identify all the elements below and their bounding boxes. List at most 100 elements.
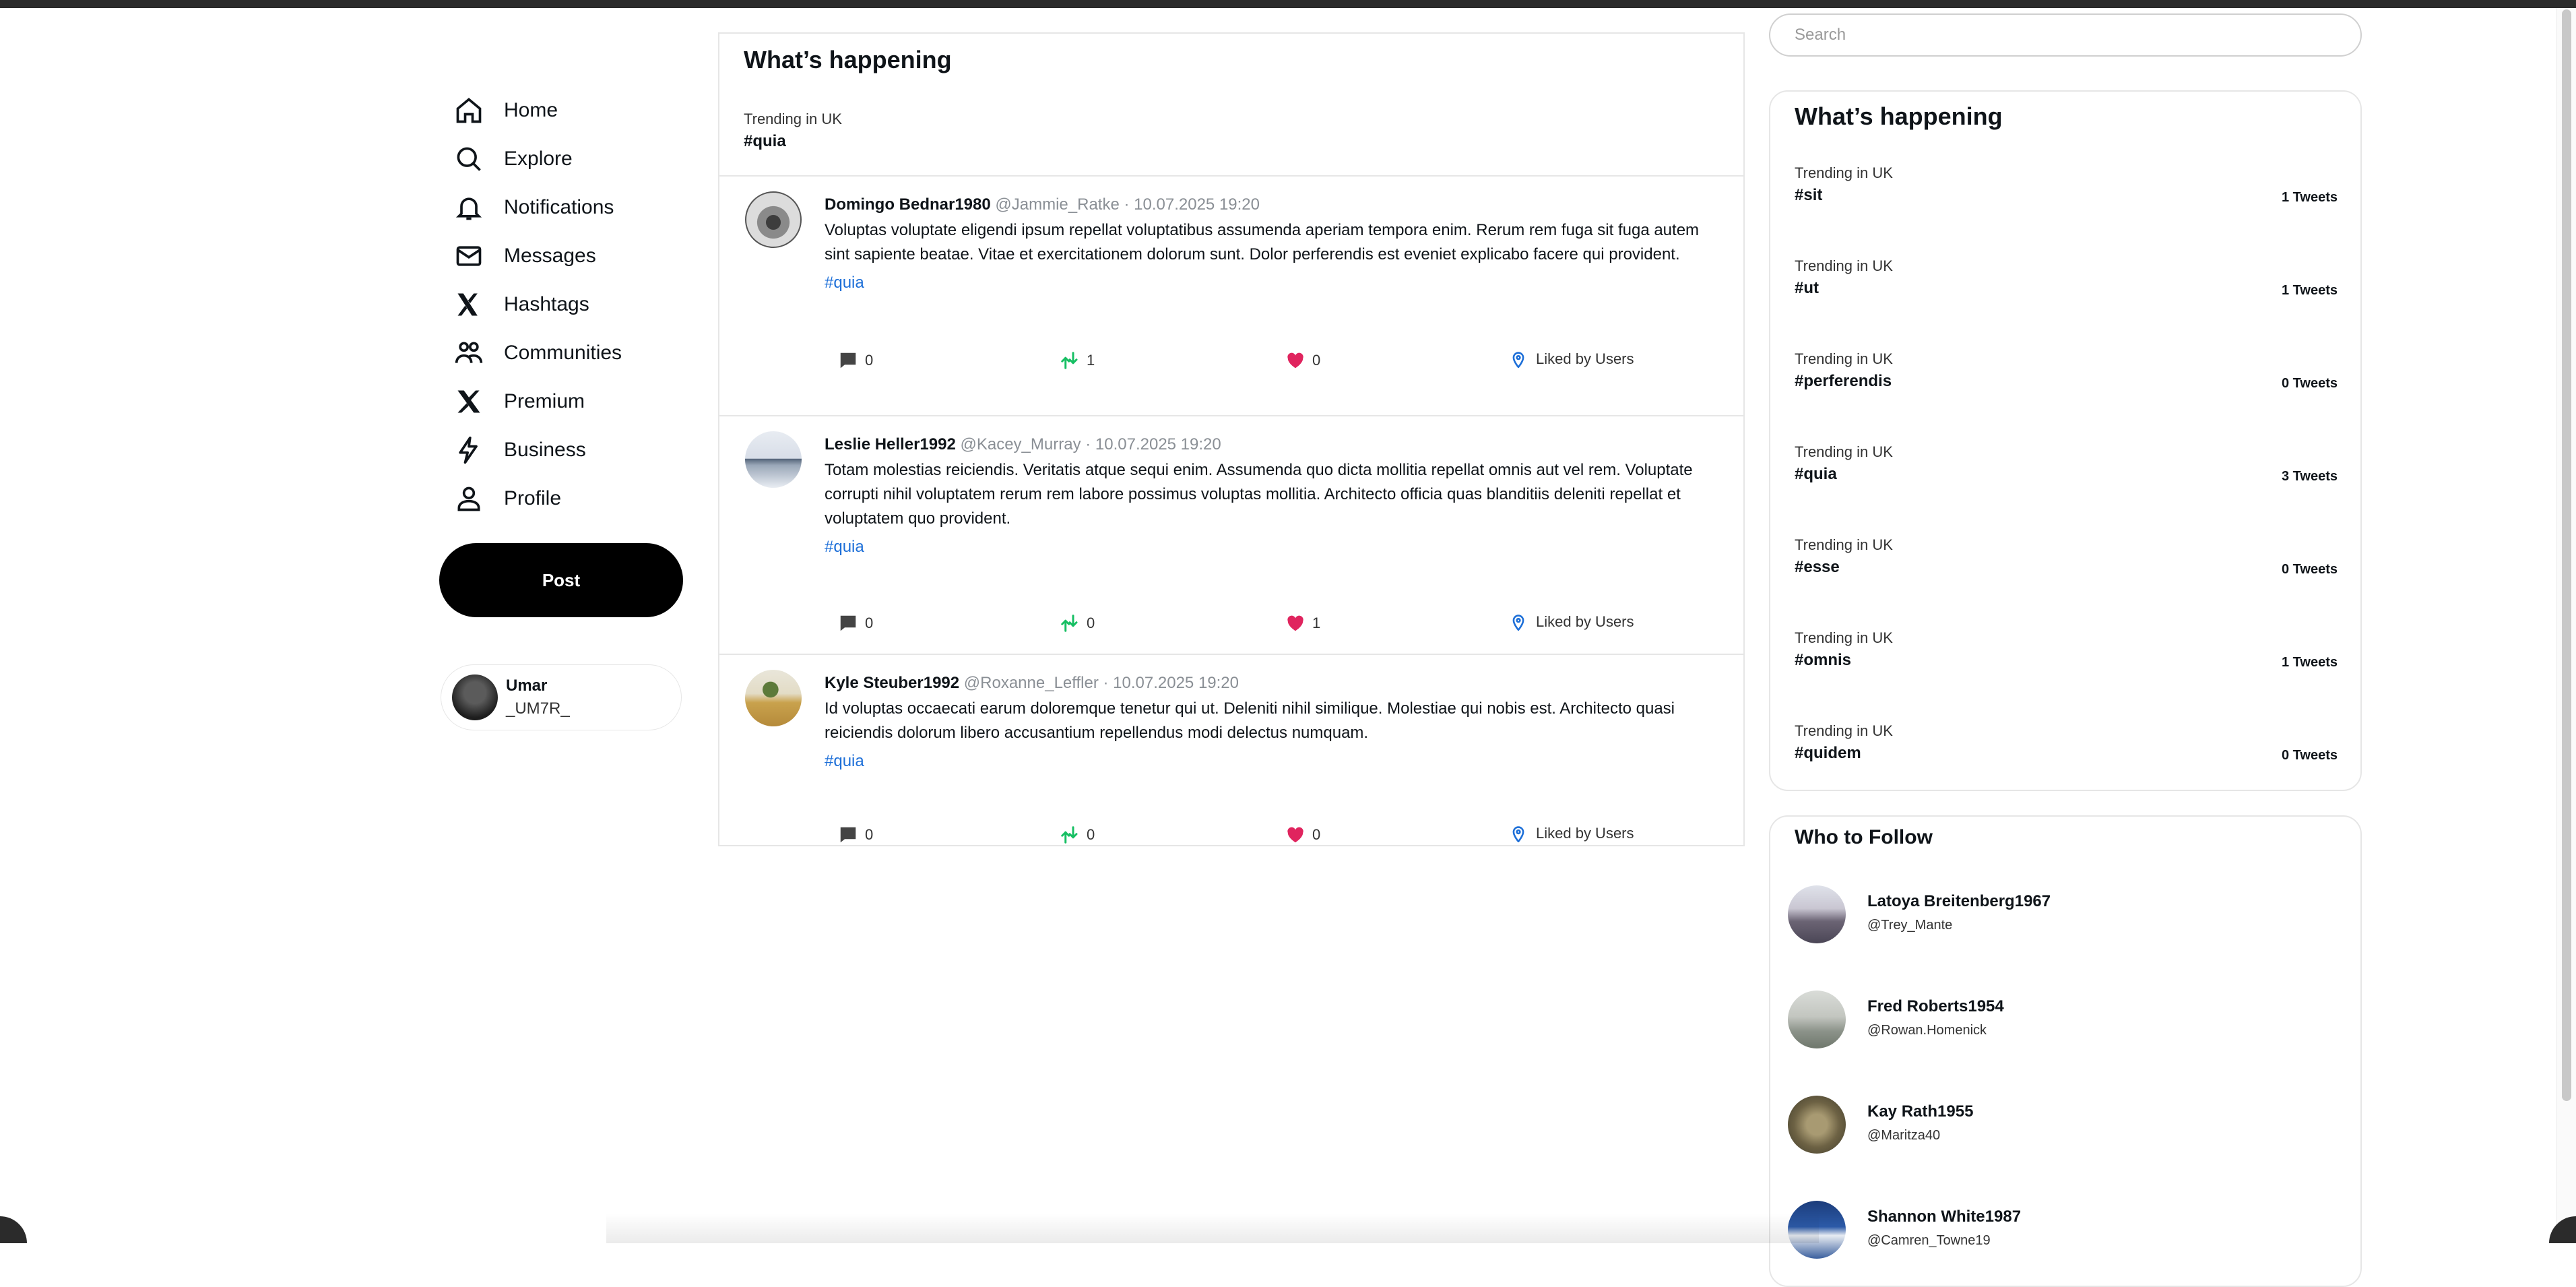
nav-label: Notifications [504, 196, 614, 218]
scrollbar-thumb[interactable] [2562, 9, 2571, 1101]
nav-item-premium[interactable]: Premium [439, 377, 682, 426]
tweet-hashtag[interactable]: #quia [825, 271, 1714, 295]
avatar[interactable] [745, 191, 802, 248]
trend-label: Trending in UK [1795, 536, 1893, 553]
tweet-hashtag[interactable]: #quia [825, 749, 1714, 774]
trend-item[interactable]: Trending in UK #perferendis 0 Tweets [1770, 350, 2360, 411]
trend-label: Trending in UK [1795, 443, 1893, 460]
like-count: 0 [1312, 352, 1321, 369]
like-button[interactable]: 0 [1285, 350, 1320, 371]
tweet-body: Voluptas voluptate eligendi ipsum repell… [825, 218, 1714, 295]
avatar [452, 674, 498, 720]
window-corner [0, 1216, 27, 1243]
scrollbar[interactable] [2556, 8, 2576, 1243]
search-input[interactable] [1769, 13, 2362, 57]
tweet-body: Totam molestias reiciendis. Veritatis at… [825, 458, 1714, 559]
communities-icon [454, 338, 484, 368]
tweet-actions: 0 1 0 Liked by Users [719, 350, 1743, 377]
nav-item-hashtags[interactable]: Hashtags [439, 280, 682, 329]
follow-suggestion[interactable]: Shannon White1987 @Camren_Towne19 [1770, 1201, 2360, 1261]
follow-handle: @Maritza40 [1867, 1128, 1941, 1143]
retweet-button[interactable]: 0 [1060, 825, 1095, 845]
trend-item[interactable]: Trending in UK #ut 1 Tweets [1770, 257, 2360, 318]
liked-by-link[interactable]: Liked by Users [1512, 613, 1634, 631]
heart-icon [1287, 352, 1303, 369]
tweet-text: Id voluptas occaecati earum doloremque t… [825, 699, 1675, 742]
x-logo-icon [454, 387, 484, 416]
retweet-count: 0 [1087, 615, 1095, 631]
trend-item[interactable]: Trending in UK #omnis 1 Tweets [1770, 629, 2360, 690]
liked-by-link[interactable]: Liked by Users [1512, 825, 1634, 842]
trend-count: 0 Tweets [2282, 562, 2338, 577]
tweet-author-name[interactable]: Domingo Bednar1980 [825, 195, 991, 214]
nav-item-notifications[interactable]: Notifications [439, 183, 682, 232]
liked-by-link[interactable]: Liked by Users [1512, 350, 1634, 368]
trend-item[interactable]: Trending in UK #esse 0 Tweets [1770, 536, 2360, 597]
follow-suggestion[interactable]: Fred Roberts1954 @Rowan.Homenick [1770, 991, 2360, 1051]
avatar[interactable] [745, 431, 802, 488]
nav-item-communities[interactable]: Communities [439, 329, 682, 377]
nav-item-explore[interactable]: Explore [439, 135, 682, 183]
home-icon [454, 96, 484, 125]
nav-item-business[interactable]: Business [439, 426, 682, 474]
like-count: 0 [1312, 826, 1321, 843]
tweet-actions: 0 0 0 Liked by Users [719, 825, 1743, 852]
tweet-author-name[interactable]: Kyle Steuber1992 [825, 674, 959, 692]
trend-hashtag: #perferendis [1795, 372, 1892, 390]
post-button[interactable]: Post [439, 543, 683, 617]
like-button[interactable]: 0 [1285, 825, 1320, 845]
retweet-button[interactable]: 0 [1060, 613, 1095, 633]
user-name: Umar [506, 677, 548, 695]
follow-name: Shannon White1987 [1867, 1207, 2022, 1226]
follow-handle: @Camren_Towne19 [1867, 1233, 1991, 1248]
nav-item-messages[interactable]: Messages [439, 232, 682, 280]
tweet-meta: @Roxanne_Leffler · 10.07.2025 19:20 [963, 674, 1239, 692]
lightning-icon [454, 435, 484, 465]
reply-count: 0 [865, 615, 874, 631]
retweet-icon [1061, 826, 1078, 844]
tweet-hashtag[interactable]: #quia [825, 535, 1714, 559]
account-switcher[interactable]: Umar _UM7R_ [441, 664, 682, 730]
follow-suggestion[interactable]: Kay Rath1955 @Maritza40 [1770, 1096, 2360, 1156]
trend-item[interactable]: Trending in UK #quia 3 Tweets [1770, 443, 2360, 504]
nav-item-profile[interactable]: Profile [439, 474, 682, 523]
reply-count: 0 [865, 352, 874, 369]
reply-button[interactable]: 0 [838, 825, 873, 845]
user-handle: _UM7R_ [506, 699, 570, 718]
trends-panel: What’s happening Trending in UK #sit 1 T… [1769, 90, 2362, 791]
retweet-count: 0 [1087, 826, 1095, 843]
retweet-count: 1 [1087, 352, 1095, 369]
tweet-author-name[interactable]: Leslie Heller1992 [825, 435, 956, 453]
trend-item[interactable]: Trending in UK #sit 1 Tweets [1770, 164, 2360, 225]
location-pin-icon [1512, 352, 1524, 368]
tweet[interactable]: Domingo Bednar1980 @Jammie_Ratke · 10.07… [719, 177, 1743, 416]
trend-label: Trending in UK [744, 111, 842, 127]
trend-hashtag: #quidem [1795, 744, 1861, 762]
nav-label: Home [504, 99, 558, 121]
avatar [1788, 991, 1846, 1048]
avatar[interactable] [745, 670, 802, 726]
liked-by-label: Liked by Users [1536, 613, 1634, 630]
tweet[interactable]: Kyle Steuber1992 @Roxanne_Leffler · 10.0… [719, 655, 1743, 848]
trend-count: 3 Tweets [2282, 469, 2338, 484]
trend-hashtag[interactable]: #quia [744, 132, 786, 151]
follow-handle: @Trey_Mante [1867, 918, 1953, 933]
nav-label: Profile [504, 487, 562, 509]
reply-button[interactable]: 0 [838, 350, 873, 371]
trend-count: 1 Tweets [2282, 190, 2338, 205]
reply-button[interactable]: 0 [838, 613, 873, 633]
nav-item-home[interactable]: Home [439, 86, 682, 135]
retweet-button[interactable]: 1 [1060, 350, 1095, 371]
tweet[interactable]: Leslie Heller1992 @Kacey_Murray · 10.07.… [719, 416, 1743, 655]
trends-title: What’s happening [1795, 102, 2003, 130]
hashtag-icon [454, 290, 484, 319]
nav-label: Messages [504, 245, 596, 267]
trend-count: 1 Tweets [2282, 655, 2338, 670]
trend-item[interactable]: Trending in UK #quidem 0 Tweets [1770, 722, 2360, 783]
follow-handle: @Rowan.Homenick [1867, 1023, 1987, 1038]
liked-by-label: Liked by Users [1536, 350, 1634, 367]
follow-suggestion[interactable]: Latoya Breitenberg1967 @Trey_Mante [1770, 885, 2360, 946]
nav-label: Explore [504, 148, 573, 170]
tweet-text: Voluptas voluptate eligendi ipsum repell… [825, 221, 1700, 263]
like-button[interactable]: 1 [1285, 613, 1320, 633]
